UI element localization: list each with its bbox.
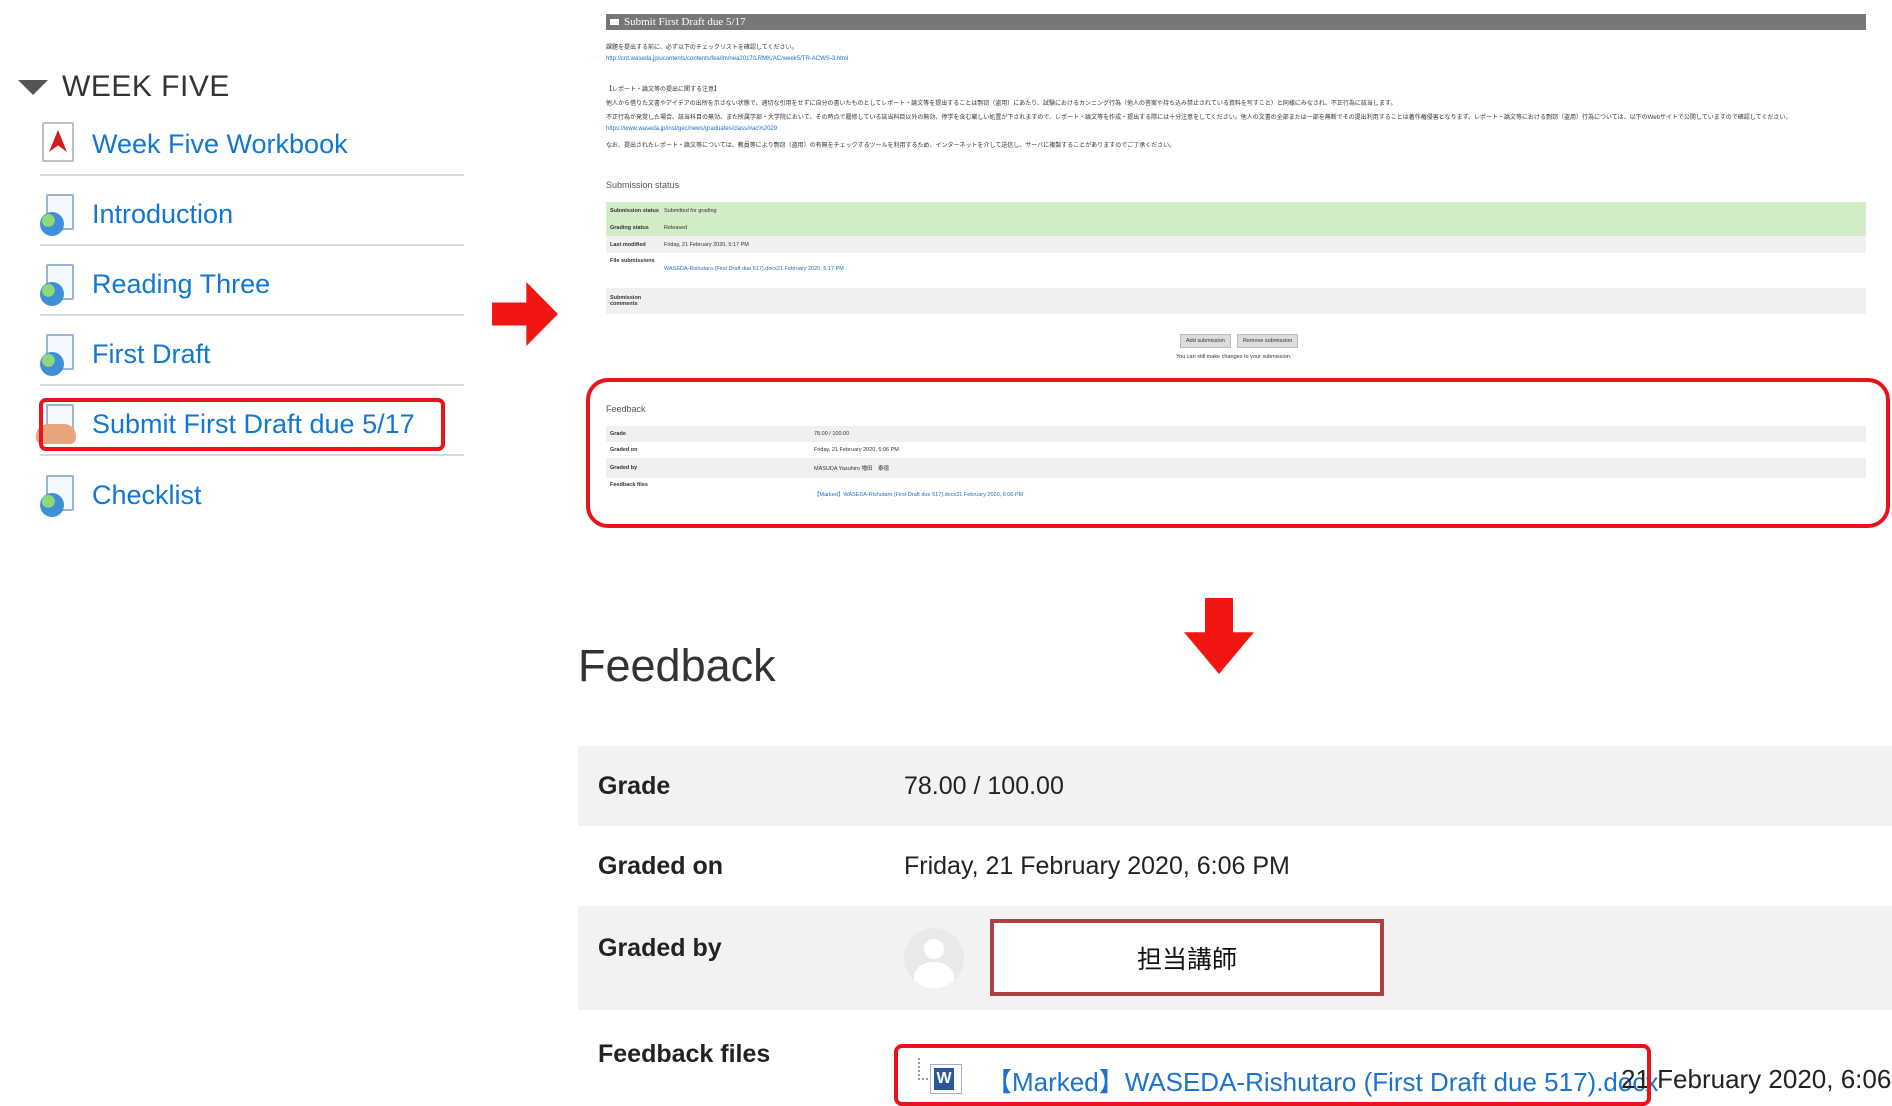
activity-introduction[interactable]: Introduction: [40, 184, 464, 246]
row-value: Friday, 21 February 2020, 5:17 PM: [664, 241, 749, 248]
submission-file-link[interactable]: WASEDA-Rishutaro (First Draft due 517).d…: [664, 258, 1866, 272]
grade-label: Grade: [598, 771, 671, 800]
feedback-heading: Feedback: [578, 640, 776, 691]
row-value: Submitted for grading: [664, 207, 717, 214]
activity-label[interactable]: Checklist: [92, 480, 202, 511]
submission-note: You can still make changes to your submi…: [1176, 354, 1292, 360]
status-row: Submission comments: [606, 288, 1866, 314]
policy-title: 【レポート・論文等の提出に関する注意】: [606, 87, 721, 93]
highlight-box-assignment: [39, 398, 445, 451]
activity-reading-three[interactable]: Reading Three: [40, 254, 464, 316]
activity-checklist[interactable]: Checklist: [40, 464, 464, 526]
grader-name-box: 担当講師: [990, 919, 1384, 996]
add-submission-button[interactable]: Add submission: [1180, 334, 1231, 348]
policy-text-3: なお、提出されたレポート・論文等については、教員等により剽窃（盗用）の有無をチェ…: [606, 143, 1176, 149]
pdf-icon: [40, 122, 80, 166]
down-arrow-icon: [1184, 598, 1254, 674]
activity-label[interactable]: Week Five Workbook: [92, 129, 348, 160]
policy-link[interactable]: https://www.waseda.jp/inst/gec/news/grad…: [606, 126, 777, 132]
activity-first-draft[interactable]: First Draft: [40, 324, 464, 386]
row-key: Submission comments: [610, 295, 642, 307]
activity-label[interactable]: Introduction: [92, 199, 233, 230]
section-header[interactable]: WEEK FIVE: [18, 70, 230, 104]
submission-buttons: Add submission Remove submission: [1180, 334, 1299, 348]
graded-on-label: Graded on: [598, 851, 724, 880]
graded-by-label: Graded by: [598, 934, 722, 962]
policy-text-2: 不正行為が発覚した場合、該当科目の無効、また所属学部・大学院において、その時点で…: [606, 115, 1792, 121]
graded-on-value: Friday, 21 February 2020, 6:06 PM: [904, 851, 1290, 880]
status-row: Submission status Submitted for grading: [606, 202, 1866, 219]
remove-submission-button[interactable]: Remove submission: [1236, 334, 1299, 348]
checklist-link[interactable]: http://cnt.waseda.jp/ucontents/contents/…: [606, 56, 848, 62]
policy-text-1: 他人から借りた文書やアイデアの出所を示さない状態で、適切な引用をせずに自分の書い…: [606, 101, 1397, 107]
collapse-triangle-icon[interactable]: [18, 79, 48, 95]
status-row: Last modified Friday, 21 February 2020, …: [606, 236, 1866, 253]
activity-label[interactable]: Reading Three: [92, 269, 270, 300]
assignment-icon: [610, 19, 619, 25]
page-globe-icon: [40, 473, 80, 517]
page-globe-icon: [40, 192, 80, 236]
grader-avatar: [904, 928, 964, 988]
status-row: Grading status Released: [606, 219, 1866, 236]
row-key: Submission status: [610, 207, 659, 214]
activity-label[interactable]: First Draft: [92, 339, 211, 370]
grade-value: 78.00 / 100.00: [904, 771, 1064, 800]
row-value: Released: [664, 224, 688, 231]
feedback-file-date: 21 February 2020, 6:06 PM: [1621, 1064, 1892, 1094]
highlight-box-feedback: [586, 378, 1890, 528]
graded-on-row: Graded on Friday, 21 February 2020, 6:06…: [578, 826, 1892, 906]
feedback-files-label: Feedback files: [598, 1040, 771, 1068]
assignment-title: Submit First Draft due 5/17: [624, 16, 746, 28]
row-key: Grading status: [610, 224, 649, 231]
activity-week-five-workbook[interactable]: Week Five Workbook: [40, 114, 464, 176]
section-title: WEEK FIVE: [62, 70, 230, 103]
row-key: Last modified: [610, 241, 646, 248]
page-globe-icon: [40, 332, 80, 376]
highlight-box-feedback-file: [894, 1044, 1651, 1106]
right-arrow-icon: [492, 282, 558, 346]
assignment-header-bar: Submit First Draft due 5/17: [606, 14, 1866, 30]
page-globe-icon: [40, 262, 80, 306]
intro-text: 課題を提出する前に、必ず以下のチェックリストを確認してください。: [606, 45, 798, 51]
status-row: File submissions WASEDA-Rishutaro (First…: [606, 254, 1866, 288]
course-section-panel: WEEK FIVE Week Five Workbook Introductio…: [0, 0, 470, 560]
submission-status-heading: Submission status: [606, 180, 680, 190]
row-key: File submissions: [610, 258, 655, 264]
grade-row: Grade 78.00 / 100.00: [578, 746, 1892, 826]
